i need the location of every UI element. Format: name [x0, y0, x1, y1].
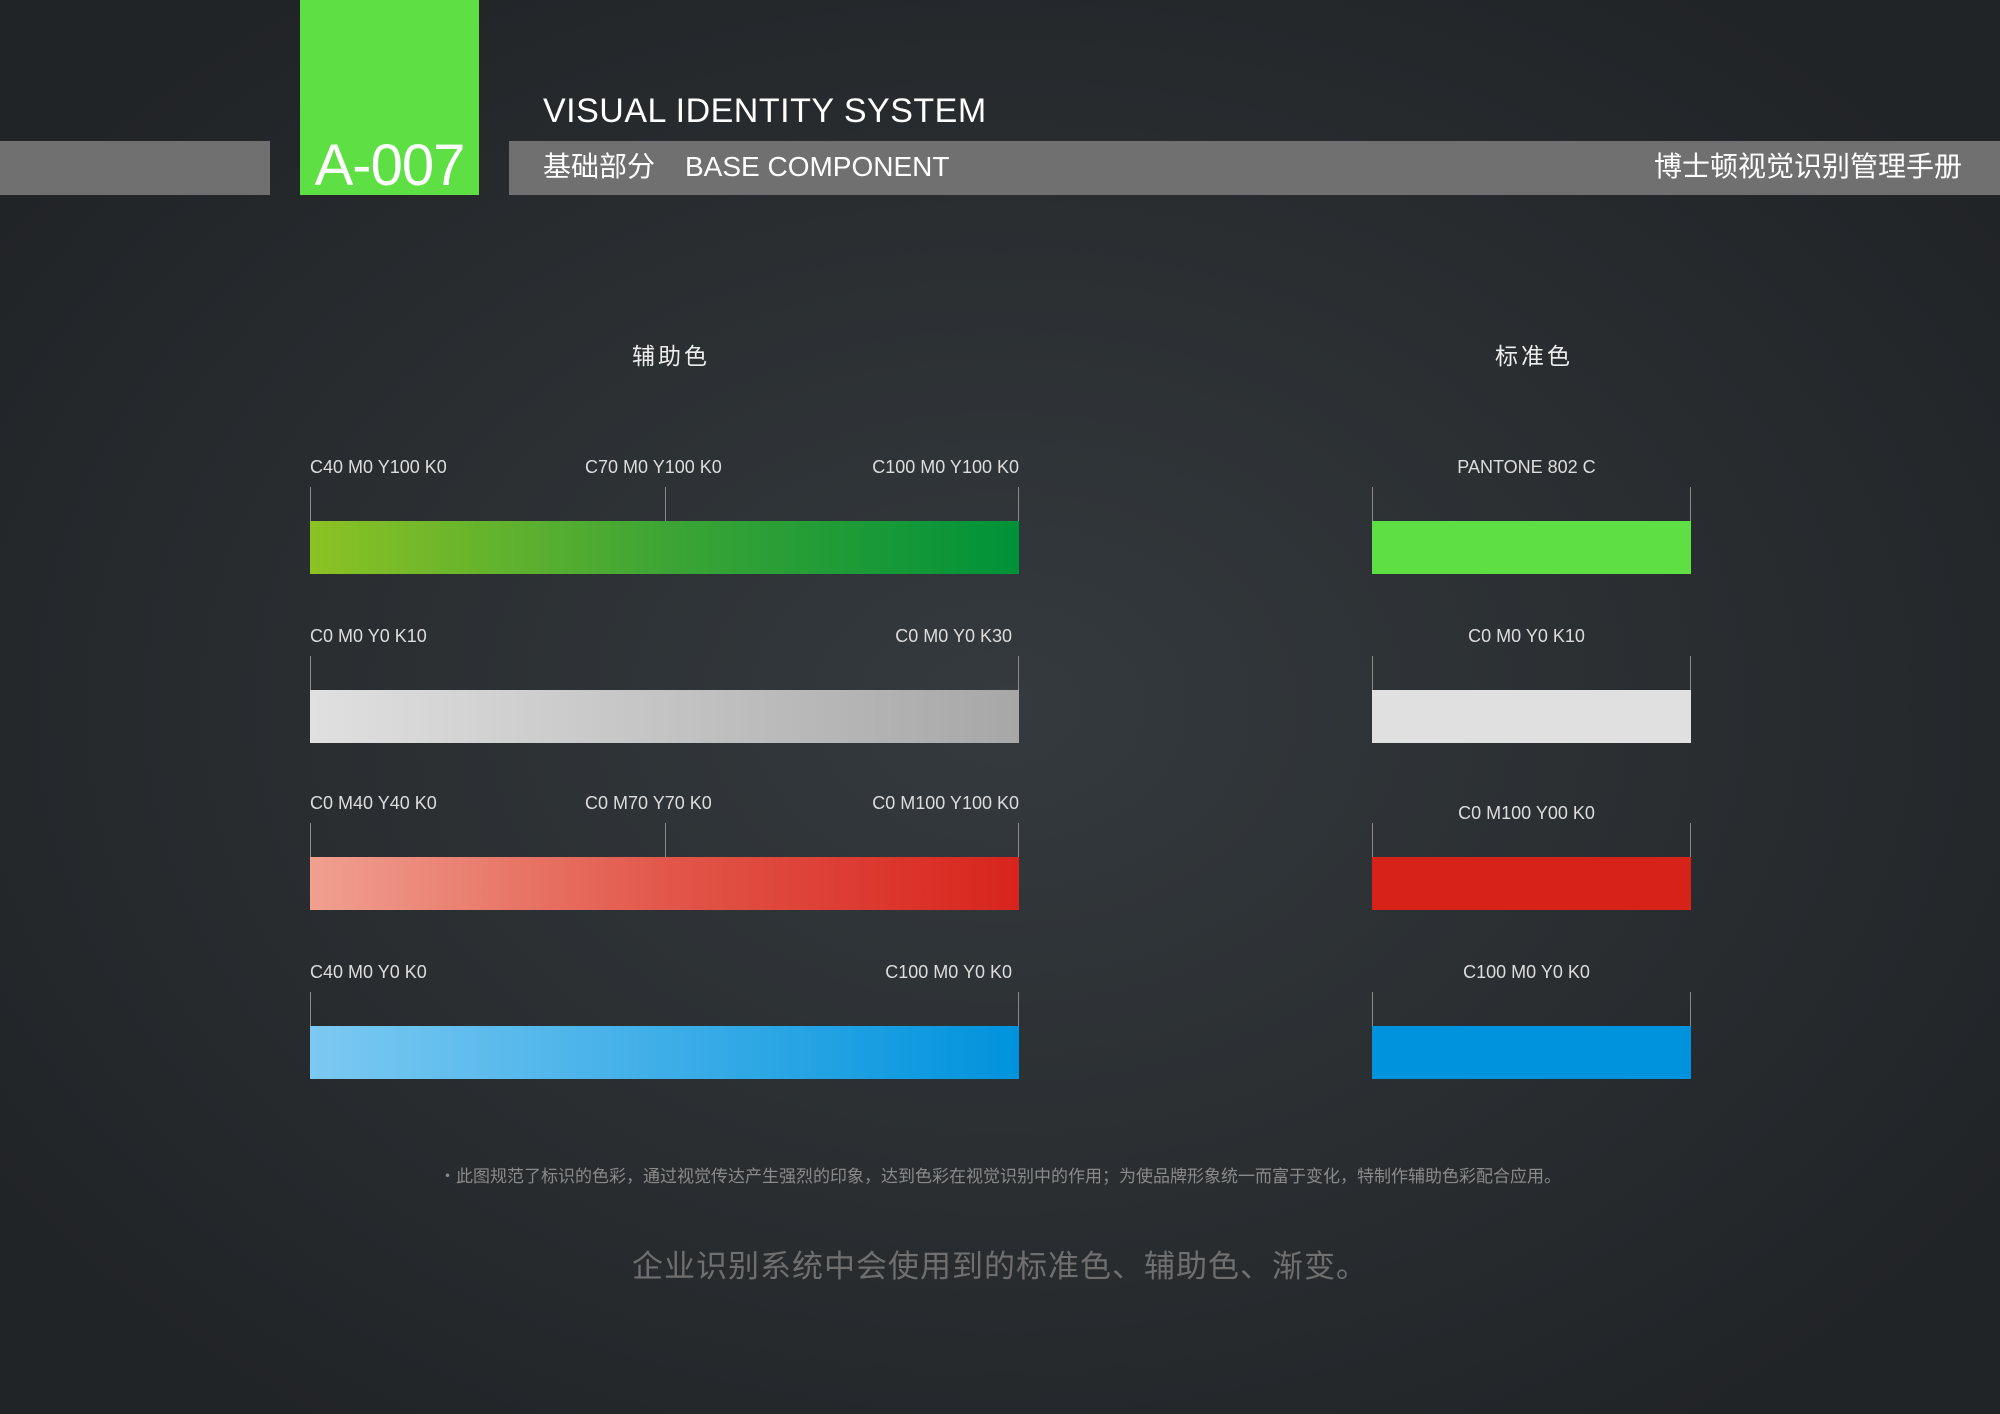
gradient-tick — [310, 823, 311, 857]
standard-label: C0 M0 Y0 K10 — [1468, 626, 1585, 646]
manual-title: 博士顿视觉识别管理手册 — [1653, 151, 1962, 182]
standard-swatch — [1372, 690, 1691, 743]
gradient-tick — [1018, 992, 1019, 1026]
usage-note: ・此图规范了标识的色彩，通过视觉传达产生强烈的印象，达到色彩在视觉识别中的作用；… — [439, 1167, 1561, 1186]
standard-label: C0 M100 Y00 K0 — [1458, 803, 1595, 823]
summary-text: 企业识别系统中会使用到的标准色、辅助色、渐变。 — [632, 1249, 1368, 1284]
gradient-bar — [310, 690, 1019, 743]
gradient-tick — [310, 487, 311, 521]
gradient-tick — [1018, 823, 1019, 857]
page-code: A-007 — [314, 133, 466, 198]
gradient-tick — [310, 992, 311, 1026]
section-title-en: BASE COMPONENT — [685, 151, 950, 182]
standard-tick — [1690, 656, 1691, 690]
standard-tick — [1690, 487, 1691, 521]
gradient-tick — [1018, 487, 1019, 521]
gradient-bar — [310, 521, 1019, 574]
gradient-tick — [665, 487, 666, 521]
system-title: VISUAL IDENTITY SYSTEM — [543, 92, 987, 130]
gradient-label: C0 M0 Y0 K10 — [310, 626, 427, 646]
gradient-tick — [665, 823, 666, 857]
standard-tick — [1690, 823, 1691, 857]
gradient-label: C40 M0 Y0 K0 — [310, 962, 427, 982]
auxiliary-colors-title: 辅助色 — [632, 343, 710, 369]
standard-tick — [1372, 823, 1373, 857]
gradient-label: C100 M0 Y100 K0 — [872, 457, 1019, 477]
standard-label: C100 M0 Y0 K0 — [1463, 962, 1590, 982]
standard-tick — [1372, 487, 1373, 521]
gradient-bar — [310, 1026, 1019, 1079]
gradient-label: C40 M0 Y100 K0 — [310, 457, 447, 477]
gradient-label: C0 M100 Y100 K0 — [872, 793, 1019, 813]
gradient-tick — [1018, 656, 1019, 690]
standard-swatch — [1372, 1026, 1691, 1079]
standard-tick — [1372, 656, 1373, 690]
standard-swatch — [1372, 521, 1691, 574]
standard-tick — [1372, 992, 1373, 1026]
standard-tick — [1690, 992, 1691, 1026]
section-title-cn: 基础部分 — [543, 151, 656, 182]
standard-colors-title: 标准色 — [1495, 343, 1573, 369]
gradient-bar — [310, 857, 1019, 910]
gradient-label: C70 M0 Y100 K0 — [585, 457, 722, 477]
gradient-label: C0 M40 Y40 K0 — [310, 793, 437, 813]
header-bar-left — [0, 141, 270, 195]
gradient-label: C0 M0 Y0 K30 — [895, 626, 1012, 646]
standard-label: PANTONE 802 C — [1457, 457, 1596, 477]
gradient-label: C100 M0 Y0 K0 — [885, 962, 1012, 982]
gradient-label: C0 M70 Y70 K0 — [585, 793, 712, 813]
standard-swatch — [1372, 857, 1691, 910]
gradient-tick — [310, 656, 311, 690]
